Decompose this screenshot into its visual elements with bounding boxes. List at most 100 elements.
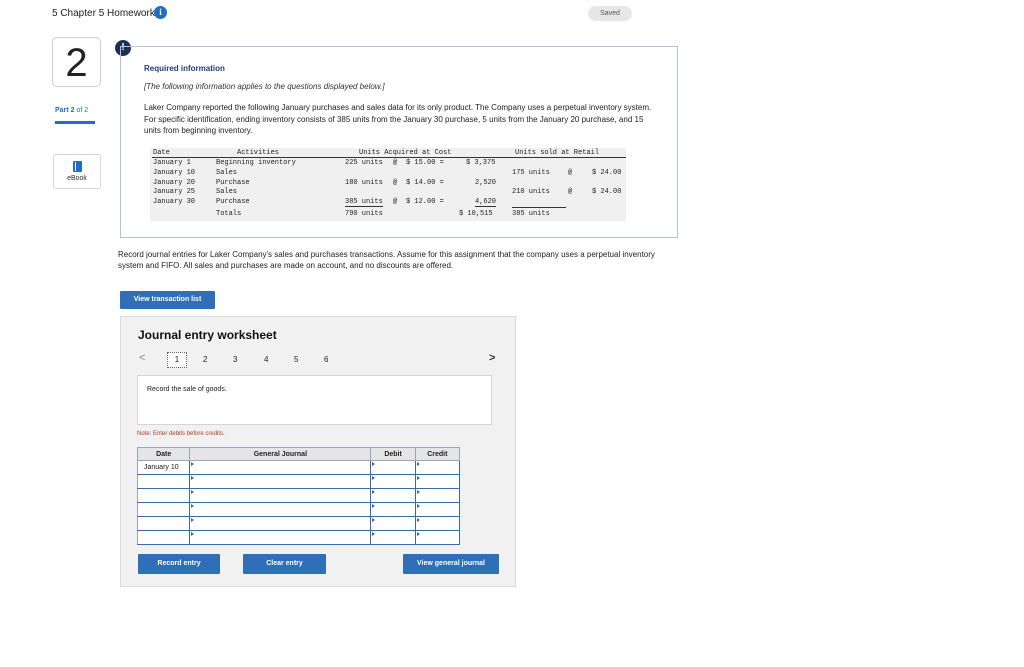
date-cell — [136, 502, 191, 517]
row-activity: Sales — [216, 188, 238, 196]
view-general-journal-button[interactable]: View general journal — [403, 554, 499, 574]
header-sold: Units sold at Retail — [515, 149, 600, 157]
row-retail: $ 24.00 — [592, 188, 622, 196]
page-3-tab[interactable]: 3 — [233, 355, 237, 364]
book-icon — [73, 161, 82, 172]
account-field[interactable] — [189, 488, 372, 503]
account-field[interactable] — [189, 502, 372, 517]
row-cost: $ 15.00 = — [406, 159, 444, 167]
row-at: @ — [393, 179, 398, 187]
part-indicator[interactable]: Part 2 of 2 — [55, 107, 88, 114]
sold-divider — [512, 207, 566, 208]
column-general-journal: General Journal — [189, 447, 372, 461]
totals-units: 790 units — [345, 210, 383, 218]
transaction-description: Record the sale of goods. — [147, 386, 227, 393]
journal-row — [136, 474, 461, 489]
date-cell: January 10 — [136, 460, 191, 475]
row-sold-at: @ — [568, 188, 573, 196]
row-sold-units: 210 units — [512, 188, 550, 196]
debit-field[interactable] — [370, 488, 416, 503]
row-sold-at: @ — [568, 169, 573, 177]
view-transaction-list-button[interactable]: View transaction list — [120, 291, 215, 309]
row-date: January 10 — [153, 169, 196, 177]
instructions: Record journal entries for Laker Company… — [118, 250, 655, 270]
worksheet-title: Journal entry worksheet — [138, 328, 277, 342]
clear-entry-button[interactable]: Clear entry — [243, 554, 326, 574]
info-icon[interactable]: i — [154, 6, 167, 19]
row-units: 180 units — [345, 179, 383, 187]
saved-status-badge: Saved — [588, 6, 632, 21]
chevron-right-icon[interactable]: > — [489, 352, 495, 364]
row-date: January 25 — [153, 188, 196, 196]
transaction-description-box: Record the sale of goods. — [137, 375, 492, 425]
header-divider — [152, 157, 626, 158]
row-activity: Purchase — [216, 198, 250, 206]
row-cost: $ 14.00 = — [406, 179, 444, 187]
page-1-tab[interactable]: 1 — [167, 352, 187, 368]
credit-field[interactable] — [414, 530, 461, 545]
assignment-title: 5 Chapter 5 Homework — [52, 8, 155, 19]
debit-field[interactable] — [370, 474, 416, 489]
debit-field[interactable] — [370, 516, 416, 531]
totals-sold-units: 385 units — [512, 210, 550, 218]
part-prefix: Part — [55, 107, 69, 114]
credit-field[interactable] — [414, 460, 461, 475]
totals-label: Totals — [216, 210, 242, 218]
journal-row — [136, 488, 461, 503]
required-information-panel: Required information [The following info… — [120, 46, 678, 238]
row-date: January 20 — [153, 179, 196, 187]
date-cell — [136, 488, 191, 503]
totals-total: $ 10,515 — [459, 210, 493, 218]
debit-field[interactable] — [370, 502, 416, 517]
account-field[interactable] — [189, 530, 372, 545]
credit-field[interactable] — [414, 488, 461, 503]
part-number: 2 — [70, 107, 75, 114]
ebook-button[interactable]: eBook — [53, 154, 101, 189]
page-4-tab[interactable]: 4 — [264, 355, 268, 364]
chevron-left-icon[interactable]: < — [139, 352, 145, 364]
problem-description: Laker Company reported the following Jan… — [144, 103, 652, 135]
row-date: January 1 — [153, 159, 191, 167]
row-activity: Beginning inventory — [216, 159, 296, 167]
row-units: 385 units — [345, 198, 383, 207]
date-cell — [136, 516, 191, 531]
column-date: Date — [136, 447, 191, 461]
row-at: @ — [393, 159, 398, 167]
journal-row — [136, 502, 461, 517]
row-at: @ — [393, 198, 398, 206]
journal-row — [136, 530, 461, 545]
row-date: January 30 — [153, 198, 196, 206]
journal-table: Date General Journal Debit Credit Januar… — [136, 447, 461, 545]
journal-row — [136, 516, 461, 531]
question-number: 2 — [52, 37, 101, 87]
debit-field[interactable] — [370, 460, 416, 475]
column-credit: Credit — [414, 447, 461, 461]
credit-field[interactable] — [414, 474, 461, 489]
header-date: Date — [153, 149, 170, 157]
row-activity: Purchase — [216, 179, 250, 187]
record-entry-button[interactable]: Record entry — [138, 554, 220, 574]
row-sold-units: 175 units — [512, 169, 550, 177]
journal-entry-worksheet: Journal entry worksheet < 1 2 3 4 5 6 > … — [120, 316, 516, 587]
page-5-tab[interactable]: 5 — [294, 355, 298, 364]
column-debit: Debit — [370, 447, 416, 461]
page-2-tab[interactable]: 2 — [203, 355, 207, 364]
row-total: 4,620 — [475, 198, 497, 207]
debit-field[interactable] — [370, 530, 416, 545]
header-acquired: Units Acquired at Cost — [359, 149, 452, 157]
row-total: 2,520 — [475, 179, 497, 187]
row-total: $ 3,375 — [466, 159, 496, 167]
credit-field[interactable] — [414, 502, 461, 517]
header-activities: Activities — [237, 149, 280, 157]
credit-field[interactable] — [414, 516, 461, 531]
account-field[interactable] — [189, 460, 372, 475]
date-cell — [136, 474, 191, 489]
required-title: Required information — [144, 64, 225, 73]
account-field[interactable] — [189, 516, 372, 531]
purchases-sales-table: Date Activities Units Acquired at Cost U… — [150, 148, 626, 221]
date-cell — [136, 530, 191, 545]
page-6-tab[interactable]: 6 — [324, 355, 328, 364]
top-bar: 5 Chapter 5 Homework i Saved — [0, 0, 1024, 28]
account-field[interactable] — [189, 474, 372, 489]
row-units: 225 units — [345, 159, 383, 167]
